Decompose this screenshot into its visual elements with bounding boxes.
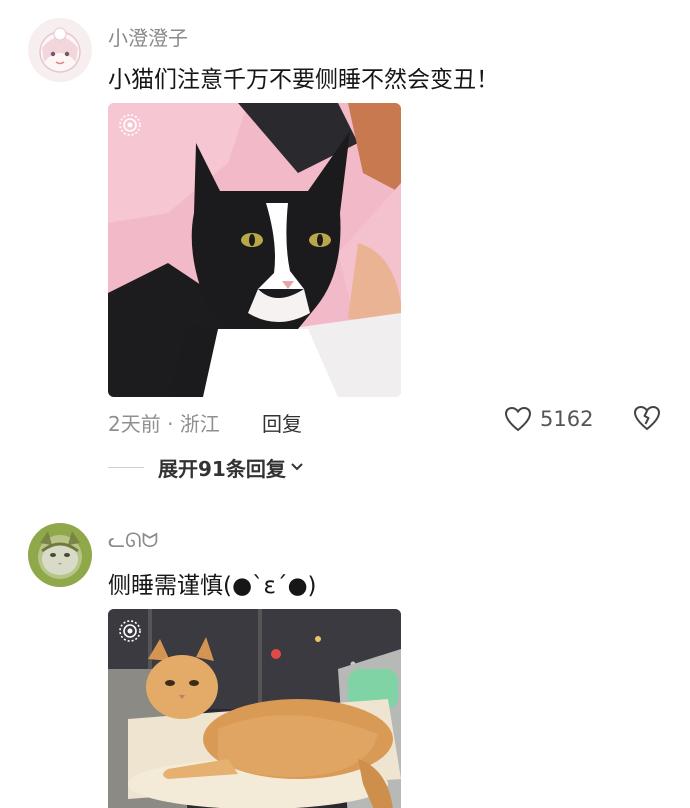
avatar[interactable] <box>28 523 92 587</box>
comment-meta: 2天前 · 浙江 <box>108 412 220 436</box>
comment-text: 小猫们注意千万不要侧睡不然会变丑！ <box>108 67 499 93</box>
dislike-button[interactable] <box>632 404 662 434</box>
live-photo-icon <box>119 114 141 136</box>
live-photo-icon <box>119 620 141 642</box>
comment-text: 侧睡需谨慎(●`ε´●) <box>108 573 317 599</box>
avatar[interactable] <box>28 18 92 82</box>
expand-replies-label: 展开91条回复 <box>158 456 286 481</box>
like-count: 5162 <box>540 407 594 431</box>
username[interactable]: ᓚᘏᗢ <box>108 528 158 552</box>
heart-outline-icon <box>504 406 532 432</box>
expand-replies[interactable]: 展开91条回复 <box>108 454 304 481</box>
comment-image[interactable] <box>108 609 401 808</box>
broken-heart-icon <box>633 405 661 431</box>
chevron-down-icon <box>291 463 303 471</box>
like-button[interactable]: 5162 <box>504 404 593 434</box>
reply-button[interactable]: 回复 <box>262 408 302 437</box>
divider-line <box>108 466 144 468</box>
comment-image[interactable] <box>108 103 401 397</box>
username[interactable]: 小澄澄子 <box>108 22 188 51</box>
